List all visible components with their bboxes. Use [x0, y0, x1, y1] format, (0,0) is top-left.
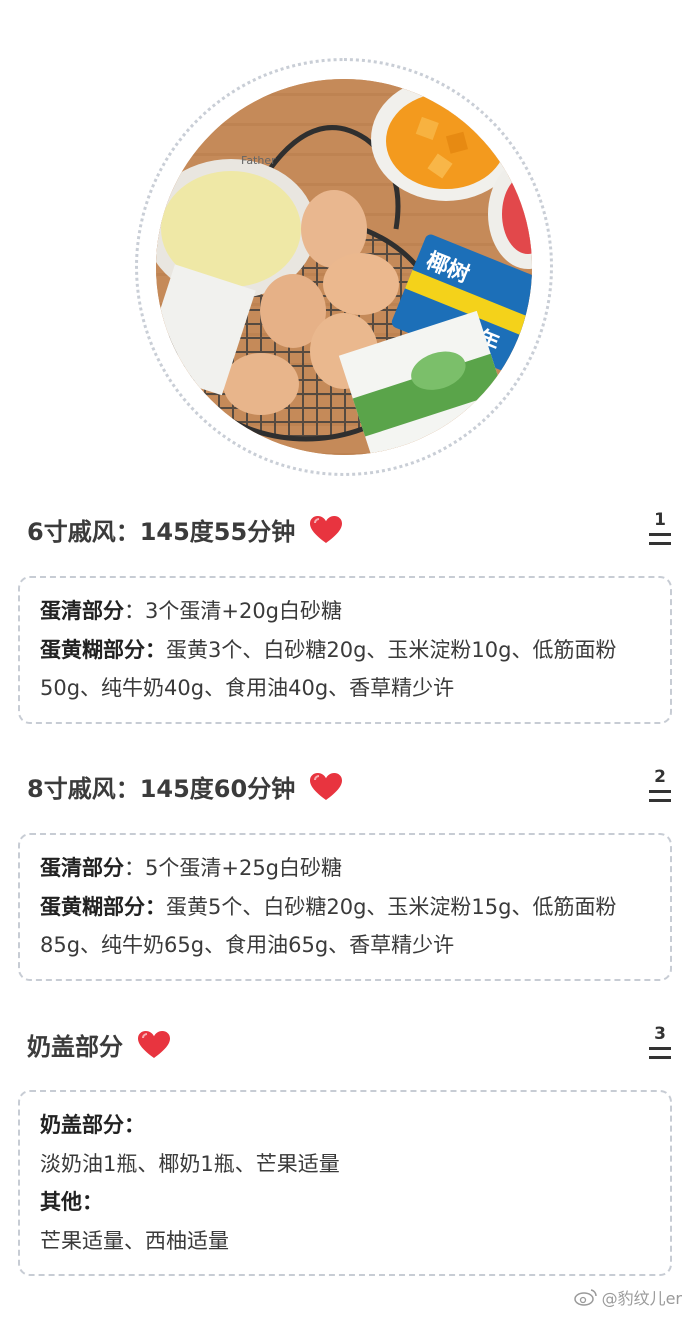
section-title-text: 6寸戚风：145度55分钟	[27, 518, 296, 546]
section-title-text: 8寸戚风：145度60分钟	[27, 775, 296, 803]
card-label: 其他：	[40, 1190, 103, 1214]
card-line: 蛋黄糊部分：蛋黄3个、白砂糖20g、玉米淀粉10g、低筋面粉50g、纯牛奶40g…	[40, 631, 652, 708]
heart-icon	[138, 1030, 170, 1058]
recipe-card-8inch: 蛋清部分：5个蛋清+25g白砂糖 蛋黄糊部分：蛋黄5个、白砂糖20g、玉米淀粉1…	[18, 833, 672, 981]
card-text: 5个蛋清+25g白砂糖	[145, 856, 343, 880]
card-label: 蛋清部分	[40, 856, 124, 880]
recipe-card-6inch: 蛋清部分：3个蛋清+20g白砂糖 蛋黄糊部分：蛋黄3个、白砂糖20g、玉米淀粉1…	[18, 576, 672, 724]
step-number-3: 3	[648, 1024, 672, 1059]
card-text: 芒果适量、西柚适量	[40, 1228, 229, 1253]
card-line: 蛋黄糊部分：蛋黄5个、白砂糖20g、玉米淀粉15g、低筋面粉85g、纯牛奶65g…	[40, 888, 652, 965]
heart-icon	[310, 772, 343, 800]
card-separator: ：	[145, 637, 166, 662]
card-label: 蛋黄糊部分	[40, 637, 145, 662]
card-text: 3个蛋清+20g白砂糖	[145, 599, 343, 623]
photo-frame: Father 椰树 31年	[135, 58, 553, 476]
card-separator: ：	[124, 599, 145, 623]
section-title-8inch: 8寸戚风：145度60分钟	[27, 769, 343, 804]
card-line: 蛋清部分：5个蛋清+25g白砂糖	[40, 849, 652, 888]
step-bars-icon	[649, 790, 671, 802]
card-line: 蛋清部分：3个蛋清+20g白砂糖	[40, 592, 652, 631]
step-number-2: 2	[648, 767, 672, 802]
ingredients-photo: Father 椰树 31年	[156, 79, 532, 455]
watermark: @豹纹儿er	[573, 1285, 682, 1309]
card-label: 蛋清部分	[40, 599, 124, 623]
recipe-card-cream-topping: 奶盖部分： 淡奶油1瓶、椰奶1瓶、芒果适量 其他： 芒果适量、西柚适量	[18, 1090, 672, 1276]
step-number-text: 2	[654, 767, 666, 787]
heart-icon	[310, 515, 343, 543]
weibo-icon	[573, 1289, 597, 1306]
card-label: 奶盖部分：	[40, 1113, 145, 1137]
section-title-6inch: 6寸戚风：145度55分钟	[27, 512, 343, 547]
section-title-cream-topping: 奶盖部分	[27, 1027, 171, 1062]
step-number-text: 3	[654, 1024, 666, 1044]
step-bars-icon	[649, 533, 671, 545]
step-number-text: 1	[654, 510, 666, 530]
card-text: 淡奶油1瓶、椰奶1瓶、芒果适量	[40, 1151, 340, 1176]
step-number-1: 1	[648, 510, 672, 545]
watermark-text: @豹纹儿er	[601, 1289, 682, 1308]
section-title-text: 奶盖部分	[27, 1033, 123, 1061]
card-separator: ：	[145, 894, 166, 919]
bowl-text: Father	[241, 154, 276, 167]
card-separator: ：	[124, 856, 145, 880]
step-bars-icon	[649, 1047, 671, 1059]
card-label: 蛋黄糊部分	[40, 894, 145, 919]
